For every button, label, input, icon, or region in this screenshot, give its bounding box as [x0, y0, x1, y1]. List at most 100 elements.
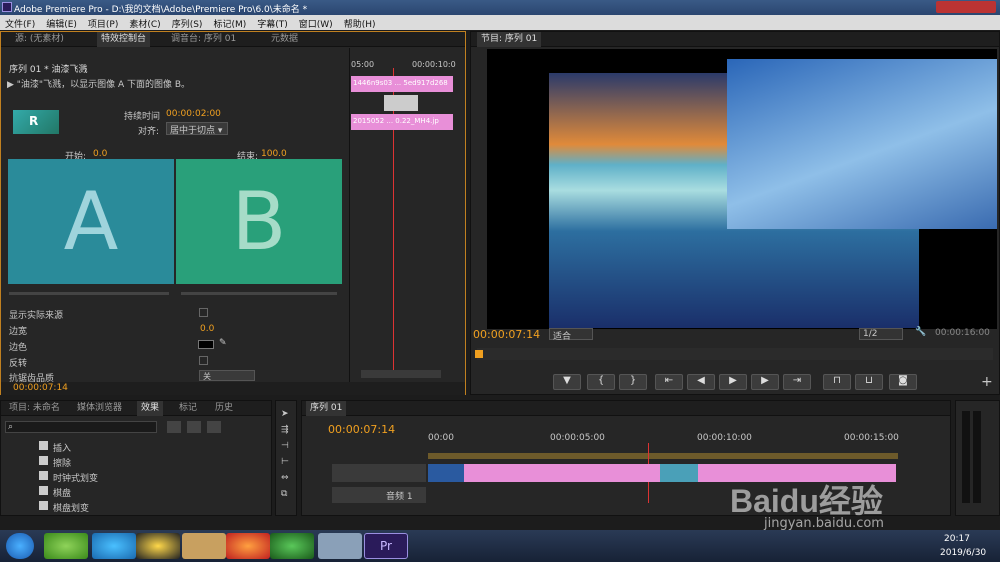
- menu-project[interactable]: 项目(P): [83, 15, 124, 30]
- menu-file[interactable]: 文件(F): [0, 15, 41, 30]
- antialias-dropdown[interactable]: 关: [199, 370, 255, 381]
- effect-description: ▶ "油漆"飞溅，以显示图像 A 下面的图像 B。: [7, 77, 190, 90]
- wrench-icon[interactable]: 🔧: [915, 327, 926, 337]
- razor-tool-icon[interactable]: ⧉: [281, 489, 287, 499]
- effects-search-input[interactable]: ⌕: [5, 421, 157, 433]
- taskbar-app-icon[interactable]: [44, 533, 88, 559]
- go-to-out-button[interactable]: ⇥: [783, 374, 811, 390]
- extract-button[interactable]: ⊔: [855, 374, 883, 390]
- track-select-tool-icon[interactable]: ⇶: [281, 425, 289, 435]
- effect-description-text: "油漆"飞溅，以显示图像 A 下面的图像 B。: [16, 80, 190, 90]
- end-value[interactable]: 100.0: [261, 149, 287, 159]
- menu-title[interactable]: 字幕(T): [252, 15, 294, 30]
- lift-button[interactable]: ⊓: [823, 374, 851, 390]
- effect-item[interactable]: 棋盘划变: [53, 501, 89, 514]
- effect-footer: 00:00:07:14: [1, 382, 465, 395]
- ripple-edit-tool-icon[interactable]: ⊣: [281, 441, 289, 451]
- tab-media-browser[interactable]: 媒体浏览器: [73, 401, 126, 416]
- eyedropper-icon[interactable]: ✎: [219, 338, 227, 348]
- reverse-checkbox[interactable]: [199, 356, 208, 365]
- border-color-swatch[interactable]: [198, 340, 214, 349]
- scrub-playhead[interactable]: [475, 350, 483, 358]
- tab-project[interactable]: 项目: 未命名: [5, 401, 64, 416]
- step-back-button[interactable]: ◀: [687, 374, 715, 390]
- taskbar-app-icon[interactable]: [270, 533, 314, 559]
- tab-source[interactable]: 源: (无素材): [11, 32, 68, 47]
- tab-markers[interactable]: 标记: [175, 401, 201, 416]
- video-track-header[interactable]: [332, 464, 426, 482]
- slider-b[interactable]: [181, 292, 337, 295]
- align-dropdown[interactable]: 居中于切点 ▾: [166, 122, 228, 136]
- yuv-filter-icon[interactable]: [207, 421, 221, 433]
- play-button[interactable]: ▶: [719, 374, 747, 390]
- mini-scrollbar[interactable]: [361, 370, 441, 378]
- step-forward-button[interactable]: ▶: [751, 374, 779, 390]
- taskbar: Pr 20:17 2019/6/30: [0, 530, 1000, 562]
- slider-a[interactable]: [9, 292, 169, 295]
- menu-window[interactable]: 窗口(W): [294, 15, 339, 30]
- video-thumbnail: [660, 464, 698, 482]
- file-explorer-icon[interactable]: [182, 533, 226, 559]
- resolution-dropdown[interactable]: 1/2: [859, 328, 903, 340]
- premiere-taskbar-icon[interactable]: Pr: [364, 533, 408, 559]
- menu-clip[interactable]: 素材(C): [124, 15, 166, 30]
- effect-item[interactable]: 擦除: [53, 456, 71, 469]
- export-frame-button[interactable]: ◙: [889, 374, 917, 390]
- program-timecode[interactable]: 00:00:07:14: [473, 328, 540, 341]
- preview-b[interactable]: B: [176, 159, 342, 284]
- go-to-in-button[interactable]: ⇤: [655, 374, 683, 390]
- program-screen[interactable]: [487, 49, 997, 329]
- firefox-icon[interactable]: [226, 533, 270, 559]
- effect-item[interactable]: 插入: [53, 441, 71, 454]
- tab-history[interactable]: 历史: [211, 401, 237, 416]
- mini-clip-b[interactable]: 2015052 ... 0.22_MH4.jp: [351, 114, 453, 130]
- program-monitor: 节目: 序列 01 00:00:07:14 适合 1/2 🔧 00:00:16:…: [470, 31, 1000, 395]
- effect-item[interactable]: 棋盘: [53, 486, 71, 499]
- tab-metadata[interactable]: 元数据: [267, 32, 302, 47]
- prop-reverse: 反转: [9, 359, 28, 369]
- add-button-icon[interactable]: +: [981, 374, 993, 390]
- bit32-filter-icon[interactable]: [187, 421, 201, 433]
- program-duration: 00:00:16:00: [935, 328, 990, 338]
- project-tabbar: 项目: 未命名 媒体浏览器 效果 标记 历史: [1, 401, 271, 416]
- preview-a[interactable]: A: [8, 159, 174, 284]
- menu-sequence[interactable]: 序列(S): [167, 15, 209, 30]
- fit-dropdown[interactable]: 适合: [549, 328, 593, 342]
- effect-item-icon: [39, 501, 48, 510]
- audio-meter-panel: [955, 400, 1000, 516]
- rate-stretch-tool-icon[interactable]: ⇔: [281, 473, 289, 483]
- effect-item[interactable]: 时钟式划变: [53, 471, 98, 484]
- program-scrub-bar[interactable]: [477, 348, 993, 360]
- mark-out-button[interactable]: }: [619, 374, 647, 390]
- mini-clip-a[interactable]: 1446n9s03 ... 5ed917d268: [351, 76, 453, 92]
- taskbar-app-icon[interactable]: [92, 533, 136, 559]
- menu-help[interactable]: 帮助(H): [339, 15, 382, 30]
- menu-marker[interactable]: 标记(M): [208, 15, 252, 30]
- start-button[interactable]: [6, 533, 34, 559]
- ruler-tick: 00:00:05:00: [550, 433, 605, 443]
- selection-tool-icon[interactable]: ➤: [281, 409, 289, 419]
- duration-value[interactable]: 00:00:02:00: [166, 109, 221, 119]
- work-area-bar[interactable]: [428, 453, 898, 459]
- mini-transition[interactable]: [384, 95, 418, 111]
- tab-program[interactable]: 节目: 序列 01: [477, 32, 542, 47]
- add-marker-button[interactable]: ▼: [553, 374, 581, 390]
- tab-audio-mixer[interactable]: 调音台: 序列 01: [167, 32, 240, 47]
- tab-sequence[interactable]: 序列 01: [306, 401, 347, 416]
- play-icon[interactable]: ▶: [7, 80, 14, 90]
- rolling-edit-tool-icon[interactable]: ⊢: [281, 457, 289, 467]
- menu-edit[interactable]: 编辑(E): [41, 15, 83, 30]
- effect-timecode[interactable]: 00:00:07:14: [13, 383, 68, 393]
- start-value[interactable]: 0.0: [93, 149, 107, 159]
- qq-icon[interactable]: [136, 533, 180, 559]
- taskbar-app-icon[interactable]: [318, 533, 362, 559]
- accelerated-filter-icon[interactable]: [167, 421, 181, 433]
- tab-effect-controls[interactable]: 特效控制台: [97, 32, 151, 47]
- audio-track-header[interactable]: 音频 1: [332, 487, 426, 503]
- close-button[interactable]: [936, 1, 996, 13]
- tab-effects[interactable]: 效果: [137, 401, 164, 416]
- border-width-value[interactable]: 0.0: [200, 324, 214, 334]
- timeline-timecode[interactable]: 00:00:07:14: [328, 423, 395, 436]
- show-source-checkbox[interactable]: [199, 308, 208, 317]
- mark-in-button[interactable]: {: [587, 374, 615, 390]
